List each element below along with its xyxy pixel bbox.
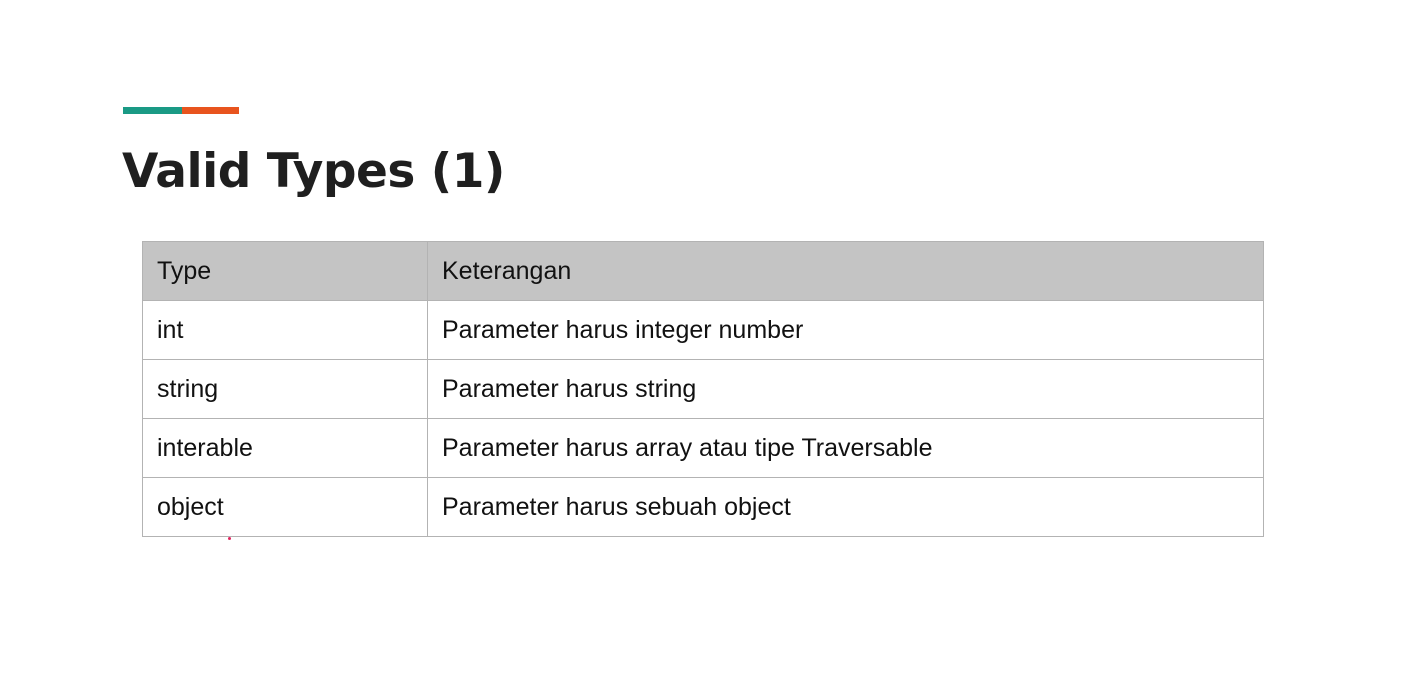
cell-description: Parameter harus string: [427, 359, 1264, 419]
cell-description: Parameter harus integer number: [427, 300, 1264, 360]
cell-description: Parameter harus array atau tipe Traversa…: [427, 418, 1264, 478]
table-header-row: Type Keterangan: [142, 241, 1264, 301]
cursor-dot-marker: [228, 537, 231, 540]
valid-types-table: Type Keterangan int Parameter harus inte…: [142, 241, 1264, 537]
cell-type: int: [142, 300, 428, 360]
cell-description: Parameter harus sebuah object: [427, 477, 1264, 537]
cell-type: string: [142, 359, 428, 419]
header-type: Type: [142, 241, 428, 301]
slide-title: Valid Types (1): [122, 144, 505, 199]
table-row: interable Parameter harus array atau tip…: [142, 418, 1264, 478]
table-row: string Parameter harus string: [142, 359, 1264, 419]
table-row: object Parameter harus sebuah object: [142, 477, 1264, 537]
cell-type: interable: [142, 418, 428, 478]
table-row: int Parameter harus integer number: [142, 300, 1264, 360]
accent-segment-teal: [123, 107, 182, 114]
accent-segment-orange: [182, 107, 239, 114]
cell-type: object: [142, 477, 428, 537]
title-accent-bar: [123, 107, 239, 114]
header-keterangan: Keterangan: [427, 241, 1264, 301]
